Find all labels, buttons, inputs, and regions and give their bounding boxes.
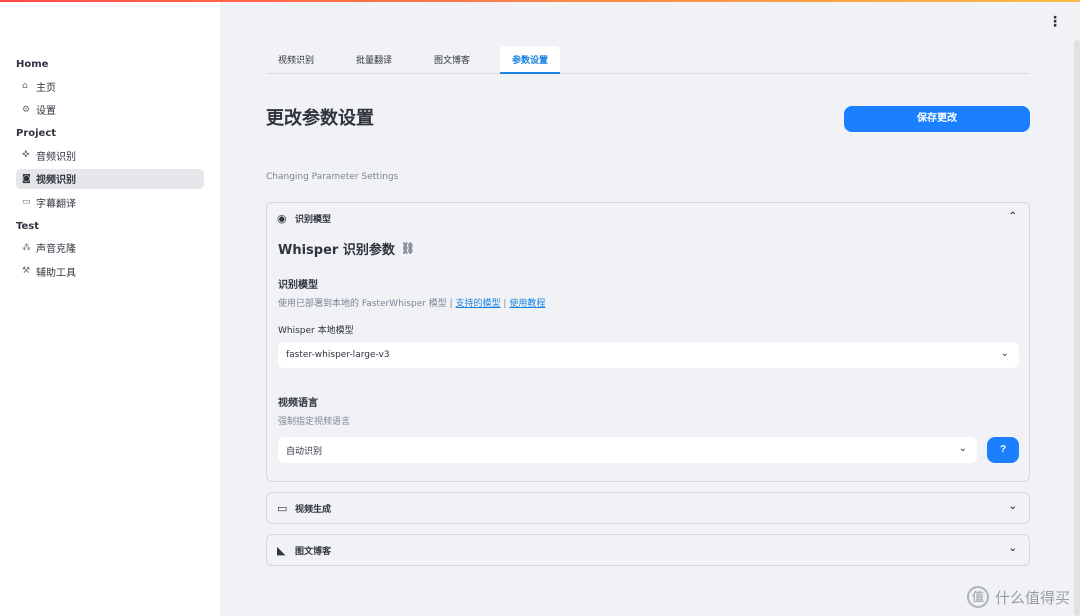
tutorial-link[interactable]: 使用教程 — [509, 299, 545, 309]
model-caption: 使用已部署到本地的 FasterWhisper 模型 | 支持的模型 | 使用教… — [278, 296, 1019, 309]
language-caption: 强制指定视频语言 — [278, 417, 351, 427]
sidebar: Home ⌂ 主页 ⚙ 设置 Project ✜ 音频识别 ◙ 视频识别 ▭ 字幕翻译 Test ⁂ 声音克… — [0, 2, 220, 616]
expander-model: ◉ 识别模型 ⌃ Whisper 识别参数 ⛓ 识别模型 使用已部署到本地的 F… — [266, 202, 1030, 482]
link-separator: | — [500, 299, 510, 309]
sidebar-item[interactable]: ◙ 视频识别 — [16, 168, 204, 189]
expander-model-title: 识别模型 — [295, 214, 332, 225]
sidebar-section-title: Home — [16, 59, 49, 70]
page-title: 更改参数设置 — [266, 108, 374, 129]
tab-2[interactable]: 图文博客 — [422, 46, 482, 74]
sidebar-section-title: Test — [16, 220, 40, 232]
sidebar-item[interactable]: ⚙ 设置 — [16, 100, 204, 120]
chevron-down-icon: ⌄ — [1008, 501, 1017, 512]
scrollbar[interactable] — [1074, 40, 1080, 616]
whisper-heading: Whisper 识别参数 ⛓ — [278, 239, 1019, 258]
watermark-badge: 值 — [966, 586, 989, 608]
radio-target-icon: ◉ — [277, 211, 287, 225]
language-value: 自动识别 — [286, 446, 323, 457]
sidebar-item-label: 音频识别 — [36, 151, 76, 163]
sidebar-item-label: 字幕翻译 — [36, 198, 76, 210]
expander-video-title: 视频生成 — [295, 504, 332, 515]
expander-blog-title: 图文博客 — [295, 546, 332, 557]
sidebar-item[interactable]: ⁂ 声音克隆 — [16, 238, 204, 258]
tab-0[interactable]: 视频识别 — [266, 46, 326, 74]
main-content: 视频识别 批量翻译 图文博客 参数设置 更改参数设置 保存更改 Changing Pa… — [266, 46, 1030, 566]
rss-icon: ◣ — [277, 543, 286, 557]
expander-model-body: Whisper 识别参数 ⛓ 识别模型 使用已部署到本地的 FasterWhis… — [267, 239, 1029, 481]
sidebar-item-label: 辅助工具 — [36, 267, 76, 279]
tab-1[interactable]: 批量翻译 — [344, 46, 404, 74]
expander-model-header[interactable]: ◉ 识别模型 ⌃ — [267, 203, 1029, 233]
expander-blog-header[interactable]: ◣ 图文博客 ⌄ — [267, 535, 1029, 565]
sidebar-item-label: 设置 — [36, 106, 56, 117]
language-row: 自动识别 ⌄ ? — [278, 437, 1019, 463]
chevron-down-icon: ⌄ — [958, 443, 967, 454]
sidebar-item-label: 声音克隆 — [36, 244, 76, 255]
clapperboard-icon: ▭ — [277, 501, 288, 515]
tab-bar: 视频识别 批量翻译 图文博客 参数设置 — [266, 46, 1030, 74]
audio-icon: ✜ — [22, 150, 30, 160]
more-menu-icon[interactable]: ⋮ — [1048, 14, 1062, 30]
model-caption-text: 使用已部署到本地的 FasterWhisper 模型 | — [278, 299, 456, 309]
sidebar-item-label: 视频识别 — [36, 175, 76, 186]
language-title: 视频语言 — [278, 398, 318, 409]
local-model-label: Whisper 本地模型 — [278, 326, 354, 336]
sidebar-item-label: 主页 — [36, 82, 56, 94]
gear-icon: ⚙ — [22, 104, 31, 115]
local-model-value: faster-whisper-large-v3 — [286, 350, 390, 360]
save-button[interactable]: 保存更改 — [844, 106, 1030, 132]
language-select[interactable]: 自动识别 ⌄ — [278, 437, 977, 463]
local-model-select[interactable]: faster-whisper-large-v3 ⌄ — [278, 342, 1019, 368]
clone-icon: ⁂ — [22, 242, 31, 253]
watermark-text: 什么值得买 — [994, 588, 1070, 607]
home-icon: ⌂ — [22, 81, 28, 91]
subtitle-icon: ▭ — [22, 197, 31, 207]
link-icon[interactable]: ⛓ — [401, 242, 415, 255]
tools-icon: ⚒ — [22, 266, 31, 276]
chevron-down-icon: ⌄ — [1000, 348, 1009, 359]
chevron-down-icon: ⌄ — [1008, 543, 1017, 554]
expander-video[interactable]: ▭ 视频生成 ⌄ — [266, 492, 1030, 524]
expander-blog[interactable]: ◣ 图文博客 ⌄ — [266, 534, 1030, 566]
title-row: 更改参数设置 保存更改 — [266, 74, 1030, 140]
tab-3[interactable]: 参数设置 — [500, 46, 561, 74]
supported-models-link[interactable]: 支持的模型 — [456, 299, 501, 309]
sidebar-item[interactable]: ▭ 字幕翻译 — [16, 192, 204, 212]
sidebar-item[interactable]: ⌂ 主页 — [16, 76, 204, 96]
chevron-up-icon: ⌃ — [1008, 211, 1017, 222]
video-icon: ◙ — [22, 173, 31, 184]
sidebar-section-title: Project — [16, 128, 57, 139]
expander-video-header[interactable]: ▭ 视频生成 ⌄ — [267, 493, 1029, 523]
page-subtitle: Changing Parameter Settings — [266, 172, 399, 182]
watermark: 值 什么值得买 — [966, 586, 1070, 608]
sidebar-item[interactable]: ⚒ 辅助工具 — [16, 261, 204, 281]
model-title: 识别模型 — [278, 280, 318, 291]
help-button[interactable]: ? — [987, 437, 1019, 463]
sidebar-item[interactable]: ✜ 音频识别 — [16, 145, 204, 165]
whisper-heading-text: Whisper 识别参数 — [278, 243, 395, 258]
